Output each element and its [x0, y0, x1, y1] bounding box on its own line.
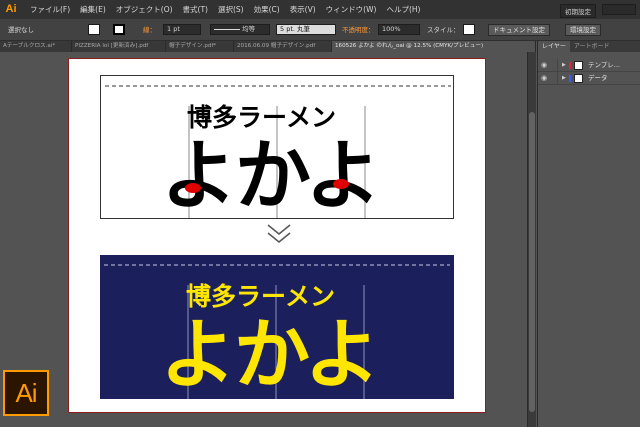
menu-view[interactable]: 表示(V) [290, 4, 316, 15]
menu-bar: Ai ファイル(F) 編集(E) オブジェクト(O) 書式(T) 選択(S) 効… [0, 0, 640, 19]
profile-line-icon [214, 28, 240, 30]
fill-swatch[interactable] [88, 24, 100, 35]
layer-thumbnail [574, 61, 583, 70]
tab-document[interactable]: PIZZERIA lol [更新済み].pdf [72, 41, 166, 52]
style-swatch[interactable] [463, 24, 475, 35]
eye-icon[interactable]: ◉ [541, 72, 549, 85]
layer-row-template[interactable]: ◉ ▶ テンプレ... [538, 59, 640, 72]
layer-name[interactable]: テンプレ... [588, 59, 620, 72]
search-field[interactable] [602, 4, 636, 15]
layers-panel: レイヤー アートボード ◉ ▶ テンプレ... ◉ ▶ データ [537, 41, 640, 427]
tab-document[interactable]: 帽子デザイン.pdf* [166, 41, 234, 52]
eye-icon[interactable]: ◉ [541, 59, 549, 72]
tab-document[interactable]: Aテーブルクロス.ai* [0, 41, 72, 52]
menu-object[interactable]: オブジェクト(O) [116, 4, 173, 15]
illustrator-app-icon[interactable]: Ai [2, 1, 20, 18]
menu-edit[interactable]: 編集(E) [80, 4, 106, 15]
selection-status: 選択なし [8, 26, 34, 34]
tab-document-active[interactable]: 160526 よかよ のれん_oai @ 12.5% (CMYK/プレビュー) [332, 41, 536, 52]
expand-triangle-icon[interactable]: ▶ [562, 72, 566, 85]
yellow-line1: 博多ラーメン [186, 282, 335, 311]
yellow-line2: よかよ [160, 310, 378, 399]
stroke-profile-select[interactable]: 均等 [210, 24, 270, 35]
opacity-label[interactable]: 不透明度： [342, 24, 375, 34]
menu-file[interactable]: ファイル(F) [30, 4, 70, 15]
layer-name[interactable]: データ [588, 72, 608, 85]
red-dot [185, 183, 201, 193]
tab-document[interactable]: 2016.06.09 帽子デザイン.pdf [234, 41, 332, 52]
illustrator-logo: Ai [3, 370, 49, 416]
layer-color-bar [569, 62, 571, 69]
menu-select[interactable]: 選択(S) [218, 4, 244, 15]
double-chevron-down-icon [267, 224, 291, 248]
stroke-label[interactable]: 線： [143, 24, 156, 34]
document-tabs: Aテーブルクロス.ai* PIZZERIA lol [更新済み].pdf 帽子デ… [0, 41, 536, 52]
brush-select[interactable]: 5 pt. 丸筆 [276, 24, 336, 35]
noren-navy-version[interactable]: 博多ラーメン よかよ [100, 255, 454, 399]
noren-navy-artwork: 博多ラーメン よかよ [104, 264, 450, 399]
black-line2: よかよ [161, 131, 379, 219]
control-bar: 選択なし 線： 1 pt 均等 5 pt. 丸筆 不透明度： 100% スタイル… [0, 19, 640, 41]
artboard[interactable]: 博多ラーメン よかよ 博多ラーメン よかよ [68, 58, 486, 413]
layer-color-bar [569, 75, 571, 82]
noren-black-artwork: 博多ラーメン よかよ [105, 85, 451, 219]
menu-window[interactable]: ウィンドウ(W) [326, 4, 377, 15]
scroll-thumb[interactable] [529, 112, 535, 412]
preferences-button[interactable]: 環境設定 [565, 24, 601, 36]
menu-help[interactable]: ヘルプ(H) [386, 4, 420, 15]
tab-layers[interactable]: レイヤー [538, 41, 570, 52]
panel-tabs: レイヤー アートボード [538, 41, 640, 52]
layer-thumbnail [574, 74, 583, 83]
workspace-switcher[interactable]: 初期設定 [560, 4, 596, 18]
noren-black-version[interactable]: 博多ラーメン よかよ [100, 75, 454, 219]
opacity-field[interactable]: 100% [378, 24, 420, 35]
lock-toggle[interactable] [550, 59, 558, 72]
lock-toggle[interactable] [550, 72, 558, 85]
red-dot [333, 179, 349, 189]
layer-row-data[interactable]: ◉ ▶ データ [538, 72, 640, 85]
black-line1: 博多ラーメン [187, 103, 336, 132]
expand-triangle-icon[interactable]: ▶ [562, 59, 566, 72]
menu-type[interactable]: 書式(T) [183, 4, 208, 15]
style-label: スタイル： [427, 26, 460, 34]
stroke-swatch[interactable] [113, 24, 125, 35]
document-setup-button[interactable]: ドキュメント設定 [488, 24, 550, 36]
vertical-scrollbar[interactable] [527, 52, 536, 427]
menu-effect[interactable]: 効果(C) [254, 4, 280, 15]
tab-artboards[interactable]: アートボード [570, 41, 614, 52]
stroke-weight-field[interactable]: 1 pt [163, 24, 201, 35]
